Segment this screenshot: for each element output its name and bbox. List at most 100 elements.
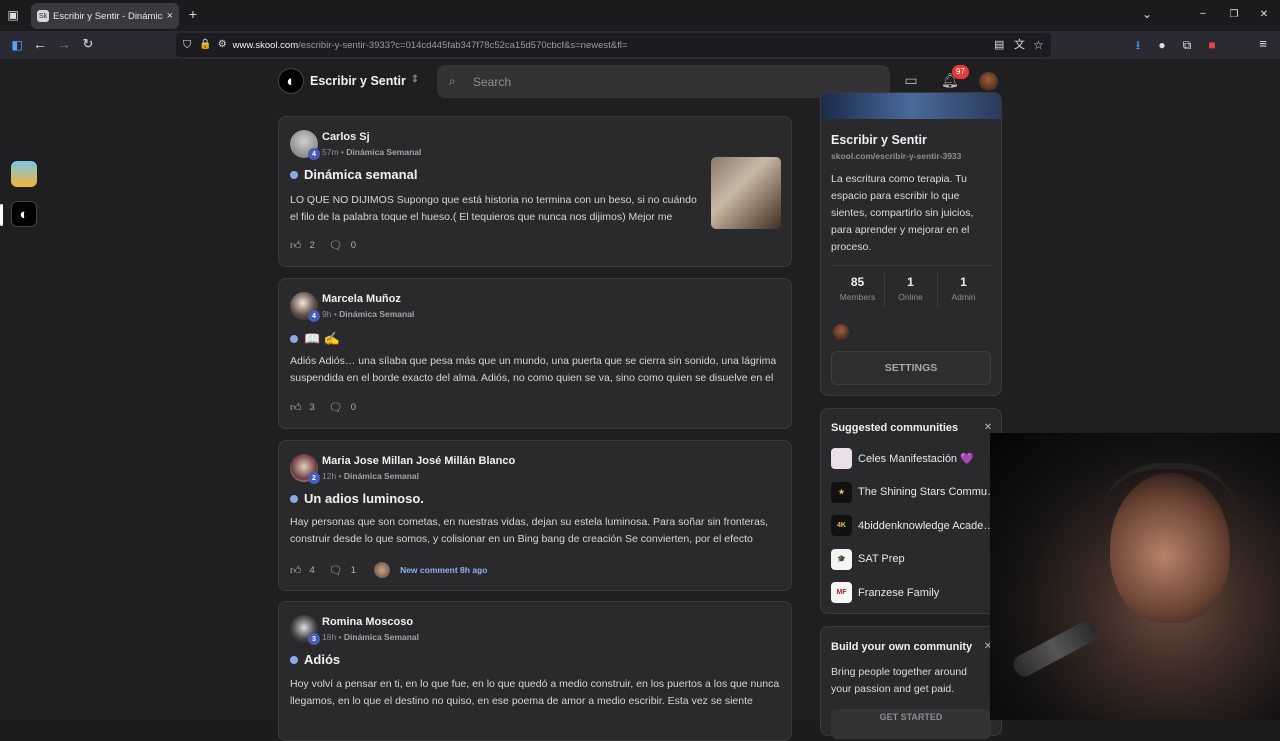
post-category[interactable]: Dinámica Semanal <box>339 309 414 319</box>
post-card[interactable]: 2 Maria Jose Millan José Millán Blanco 1… <box>278 440 792 591</box>
extensions-icon[interactable]: ⧉ <box>1180 39 1194 51</box>
stat-online[interactable]: 1 Online <box>884 275 937 302</box>
user-avatar[interactable] <box>979 72 998 91</box>
list-all-tabs-icon[interactable]: ⌄ <box>1140 8 1154 20</box>
url-path: /escribir-y-sentir-3933?c=014cd445fab347… <box>298 39 628 51</box>
new-comment-label[interactable]: New comment 8h ago <box>400 565 487 575</box>
stat-members[interactable]: 85 Members <box>831 275 884 302</box>
post-title[interactable]: Adiós <box>290 652 340 667</box>
level-badge: 4 <box>308 148 320 160</box>
back-arrow-icon[interactable]: ← <box>33 37 47 51</box>
like-icon[interactable]: 👍︎ <box>290 564 302 577</box>
sidebar-toggle-icon[interactable]: ◧ <box>10 39 24 51</box>
post-title[interactable]: Dinámica semanal <box>290 167 417 182</box>
suggested-community-item[interactable]: MF Franzese Family <box>821 576 991 610</box>
suggested-community-name: SAT Prep <box>858 553 905 566</box>
community-switcher-escribir-icon[interactable]: ◐ <box>11 201 37 227</box>
menu-hamburger-icon[interactable]: ≡ <box>1256 37 1270 50</box>
post-category[interactable]: Dinámica Semanal <box>346 147 421 157</box>
post-author[interactable]: Marcela Muñoz <box>322 293 401 305</box>
post-thumbnail[interactable] <box>711 157 781 229</box>
bookmark-star-icon[interactable]: ☆ <box>1033 39 1044 51</box>
unread-dot <box>290 655 298 664</box>
comment-count: 0 <box>350 240 357 251</box>
extension-red-icon[interactable]: ■ <box>1205 39 1219 51</box>
url-host: www.skool.com <box>232 39 299 51</box>
account-icon[interactable]: ● <box>1155 39 1169 51</box>
like-icon[interactable]: 👍︎ <box>290 239 302 252</box>
community-switch-chevron-icon[interactable]: ⇕ <box>409 74 421 86</box>
new-tab-button[interactable]: + <box>186 7 200 21</box>
suggested-community-name: 4biddenknowledge Acade… <box>858 519 991 532</box>
downloads-icon[interactable]: ⭳ <box>1131 39 1145 51</box>
post-author[interactable]: Romina Moscoso <box>322 616 413 628</box>
post-category[interactable]: Dinámica Semanal <box>344 632 419 642</box>
about-community-card: Escribir y Sentir skool.com/escribir-y-s… <box>820 92 1002 396</box>
post-meta: 9h • Dinámica Semanal <box>322 309 415 319</box>
commenter-avatar[interactable] <box>374 562 391 578</box>
forward-arrow-icon[interactable]: → <box>57 37 71 51</box>
suggested-communities-card: Suggested communities ✕ Celes Manifestac… <box>820 408 1002 614</box>
post-author[interactable]: Carlos Sj <box>322 131 370 143</box>
community-logo-icon: MF <box>831 582 852 604</box>
stat-admin[interactable]: 1 Admin <box>937 275 990 302</box>
browser-tab-bar: ▣ Sk Escribir y Sentir - Dinámica Sem × … <box>0 0 1280 31</box>
suggested-community-item[interactable]: 4K 4biddenknowledge Acade… <box>821 509 991 543</box>
suggested-community-name: Franzese Family <box>858 586 940 599</box>
stat-value: 1 <box>907 275 914 289</box>
like-icon[interactable]: 👍︎ <box>290 401 302 414</box>
community-logo-icon[interactable]: ◐ <box>278 68 304 94</box>
about-name: Escribir y Sentir <box>831 133 927 147</box>
reader-view-icon[interactable]: ▤ <box>994 39 1004 51</box>
suggested-title: Suggested communities <box>831 422 959 434</box>
post-title-text: Adiós <box>304 652 341 667</box>
like-count: 4 <box>309 564 315 576</box>
post-excerpt: LO QUE NO DIJIMOS Supongo que está histo… <box>290 194 697 223</box>
post-title[interactable]: Un adios luminoso. <box>290 491 424 506</box>
post-actions: 👍︎ 4 🗨︎ 1 New comment 8h ago <box>290 562 487 578</box>
unread-dot <box>290 335 298 343</box>
webcam-overlay <box>990 433 1280 720</box>
post-actions: 👍︎ 2 🗨︎ 0 <box>290 239 370 252</box>
post-card[interactable]: 3 Romina Moscoso 18h • Dinámica Semanal … <box>278 601 792 741</box>
settings-button[interactable]: SETTINGS <box>831 351 991 385</box>
post-author[interactable]: Maria Jose Millan José Millán Blanco <box>322 455 515 467</box>
comment-icon[interactable]: 🗨︎ <box>329 239 343 252</box>
suggested-community-item[interactable]: ★ The Shining Stars Commu… <box>821 476 991 510</box>
post-category[interactable]: Dinámica Semanal <box>344 471 419 481</box>
suggested-community-item[interactable]: Celes Manifestación 💜 <box>821 442 991 476</box>
maximize-window-button[interactable]: ❐ <box>1227 9 1241 21</box>
close-window-button[interactable]: ✕ <box>1257 9 1271 21</box>
post-actions: 👍︎ 3 🗨︎ 0 <box>290 401 370 414</box>
post-title-text: 📖 ✍️ <box>304 331 340 346</box>
suggested-community-item[interactable]: 🎓 SAT Prep <box>821 543 991 577</box>
chat-icon[interactable]: ▭ <box>903 73 919 87</box>
community-logo-icon: ★ <box>831 481 852 503</box>
post-card[interactable]: 4 Carlos Sj 57m • Dinámica Semanal Dinám… <box>278 116 792 267</box>
post-card[interactable]: 4 Marcela Muñoz 9h • Dinámica Semanal 📖 … <box>278 278 792 429</box>
community-switcher-cat-icon[interactable] <box>11 161 37 187</box>
about-url[interactable]: skool.com/escribir-y-sentir-3933 <box>831 151 961 161</box>
comment-icon[interactable]: 🗨︎ <box>329 401 343 414</box>
stat-value: 1 <box>960 275 967 289</box>
stat-label: Online <box>898 292 923 302</box>
close-tab-icon[interactable]: × <box>167 10 173 22</box>
post-title-text: Un adios luminoso. <box>304 491 424 506</box>
like-count: 3 <box>309 402 315 413</box>
minimize-window-button[interactable]: – <box>1196 8 1210 20</box>
lock-icon: 🔒 <box>199 39 212 50</box>
search-placeholder: Search <box>473 74 512 89</box>
build-title: Build your own community <box>831 641 973 653</box>
member-avatar[interactable] <box>833 324 849 340</box>
tab-overview-icon[interactable]: ▣ <box>6 9 20 21</box>
post-title[interactable]: 📖 ✍️ <box>290 331 340 347</box>
community-logo-icon: 🎓 <box>831 548 852 570</box>
post-title-text: Dinámica semanal <box>304 167 418 182</box>
community-name[interactable]: Escribir y Sentir <box>310 74 406 88</box>
translate-icon[interactable]: 文 <box>1014 39 1025 51</box>
get-started-button[interactable]: GET STARTED <box>831 709 991 739</box>
comment-icon[interactable]: 🗨︎ <box>329 564 343 577</box>
browser-tab-active[interactable]: Sk Escribir y Sentir - Dinámica Sem × <box>31 3 179 29</box>
address-bar[interactable]: ⛉ 🔒 ⚙ www.skool.com/escribir-y-sentir-39… <box>176 33 1051 57</box>
reload-icon[interactable]: ↻ <box>81 37 95 50</box>
